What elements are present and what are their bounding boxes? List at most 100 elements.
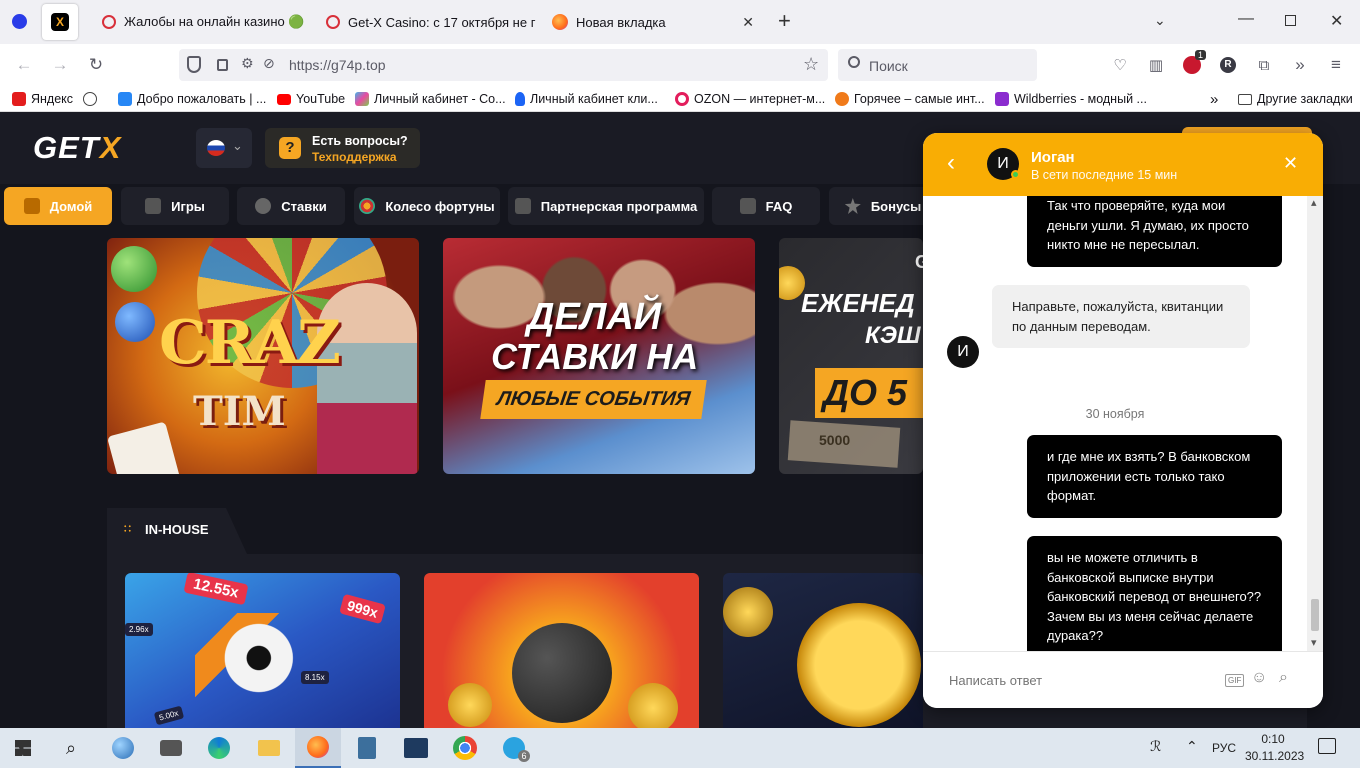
explorer-icon[interactable]	[246, 728, 292, 768]
pikabu-icon	[835, 92, 849, 106]
bookmark-vk[interactable]: Добро пожаловать | ...	[118, 90, 266, 108]
getx-logo[interactable]: GETX	[33, 130, 121, 166]
multiplier-tag: 5.00x	[153, 705, 184, 726]
forward-icon[interactable]: →	[48, 53, 72, 77]
logo-main: GET	[33, 130, 100, 165]
clock-time[interactable]: 0:10	[1258, 732, 1288, 746]
tab-new[interactable]: Новая вкладка ✕	[544, 4, 762, 40]
language-selector[interactable]: ⌄	[196, 128, 252, 168]
menu-faq[interactable]: FAQ	[712, 187, 820, 225]
youtube-icon	[277, 93, 291, 105]
restore-icon[interactable]	[1285, 15, 1296, 26]
lock-icon[interactable]	[217, 59, 228, 71]
reply-input[interactable]	[949, 669, 1209, 691]
bookmark-cabinet1[interactable]: Личный кабинет - Со...	[355, 90, 506, 108]
game-coin[interactable]	[723, 573, 923, 728]
url-text[interactable]: https://g74p.top	[289, 57, 386, 73]
grid-dots-icon	[123, 524, 132, 533]
chat-close-icon[interactable]: ✕	[1283, 153, 1298, 174]
online-indicator	[1011, 170, 1020, 179]
calculator-icon[interactable]	[344, 728, 390, 768]
back-icon[interactable]: ←	[12, 53, 36, 77]
minimize-icon[interactable]: —	[1238, 10, 1254, 28]
menu-wheel[interactable]: Колесо фортуны	[354, 187, 500, 225]
clock-date[interactable]: 30.11.2023	[1245, 749, 1304, 763]
close-tab-icon[interactable]: ✕	[742, 14, 754, 31]
tab-complaints[interactable]: Жалобы на онлайн казино 🟢 ✕	[94, 4, 312, 40]
edge-icon[interactable]	[196, 728, 242, 768]
scroll-up-icon[interactable]: ▴	[1311, 196, 1317, 209]
overflow-menu-icon[interactable]: »	[1288, 53, 1312, 77]
chat-back-icon[interactable]: ‹	[947, 151, 955, 175]
banner-sports-bets[interactable]: ДЕЛАЙ СТАВКИ НА ЛЮБЫЕ СОБЫТИЯ	[443, 238, 755, 474]
multiplier-tag: 12.55x	[183, 573, 249, 606]
menu-partner[interactable]: Партнерская программа	[508, 187, 704, 225]
emoji-icon[interactable]: ☺	[1251, 669, 1267, 687]
list-tabs-icon[interactable]: ⌄	[1154, 12, 1166, 29]
ball-green	[111, 246, 157, 292]
bookmark-cabinet2[interactable]: Личный кабинет кли...	[515, 90, 658, 108]
tracking-icon[interactable]: ⊘	[263, 55, 275, 72]
language-indicator[interactable]: РУС	[1212, 741, 1236, 755]
terminal-icon[interactable]	[393, 728, 439, 768]
tray-chevron-icon[interactable]: ⌃	[1186, 738, 1198, 755]
game-bomb[interactable]	[424, 573, 699, 728]
globe-icon	[83, 92, 97, 106]
hamburger-menu-icon[interactable]: ≡	[1324, 53, 1348, 77]
banner-crazy-time[interactable]: CRAZ TIM	[107, 238, 419, 474]
tab-getx[interactable]: X	[42, 4, 78, 40]
search-bar[interactable]: Поиск	[838, 49, 1037, 81]
scroll-down-icon[interactable]: ▾	[1311, 636, 1317, 649]
bookmarks-overflow-icon[interactable]: »	[1210, 90, 1218, 108]
firefox-taskbar-icon[interactable]	[295, 728, 341, 768]
camera-app-glyph	[160, 740, 182, 756]
vk-icon	[118, 92, 132, 106]
support-button[interactable]: ? Есть вопросы? Техподдержка	[265, 128, 420, 168]
menu-label: Игры	[171, 198, 205, 214]
bookmark-star-icon[interactable]: ☆	[803, 54, 819, 75]
chat-input-area: GIF ☺ ⌕	[923, 651, 1323, 708]
gif-button[interactable]: GIF	[1225, 674, 1245, 687]
bookmark-globe[interactable]	[83, 90, 102, 108]
firefox-view-icon[interactable]	[12, 14, 27, 29]
chat-scrollbar[interactable]: ▴ ▾	[1307, 196, 1323, 651]
url-bar[interactable]: ⚙ ⊘ https://g74p.top ☆	[179, 49, 828, 81]
tab-getx-news[interactable]: Get-X Casino: с 17 октября не г ✕	[318, 4, 536, 40]
telegram-icon[interactable]: 6	[491, 728, 537, 768]
menu-label: Домой	[49, 198, 93, 214]
search-taskbar-icon[interactable]: ⌕	[48, 728, 94, 768]
new-tab-button[interactable]: +	[778, 8, 791, 34]
game-crash-rocket[interactable]: 12.55x 999x 2.96x 8.15x 5.00x	[125, 573, 400, 728]
close-window-icon[interactable]: ✕	[1330, 11, 1343, 31]
extensions-icon[interactable]: ⧉	[1252, 53, 1276, 77]
bookmark-pikabu[interactable]: Горячее – самые инт...	[835, 90, 985, 108]
globe-app-glyph	[112, 737, 134, 759]
menu-games[interactable]: Игры	[121, 187, 229, 225]
menu-bonuses[interactable]: Бонусы	[829, 187, 937, 225]
scroll-thumb[interactable]	[1311, 599, 1319, 631]
globe-app-icon[interactable]	[100, 728, 146, 768]
account-avatar[interactable]: R	[1216, 53, 1240, 77]
bookmark-wildberries[interactable]: Wildberries - модный ...	[995, 90, 1147, 108]
bookmark-other[interactable]: Другие закладки	[1238, 90, 1353, 108]
operator-avatar: И	[987, 148, 1020, 180]
reader-icon[interactable]: ▥	[1144, 53, 1168, 77]
banner-cashback[interactable]: G ЕЖЕНЕД КЭШ ДО 5 5000	[779, 238, 923, 474]
notifications-icon[interactable]	[1318, 738, 1336, 754]
folder-icon	[1238, 93, 1252, 105]
camera-app-icon[interactable]	[148, 728, 194, 768]
bookmark-youtube[interactable]: YouTube	[277, 90, 345, 108]
menu-home[interactable]: Домой	[4, 187, 112, 225]
chrome-icon[interactable]	[442, 728, 488, 768]
permissions-icon[interactable]: ⚙	[241, 55, 254, 72]
bookmark-yandex[interactable]: Яндекс	[12, 90, 73, 108]
people-icon[interactable]: ℛ	[1150, 738, 1161, 755]
start-button[interactable]	[0, 728, 46, 768]
pocket-icon[interactable]: ♡	[1108, 53, 1132, 77]
shield-icon[interactable]	[187, 56, 201, 73]
menu-bets[interactable]: Ставки	[237, 187, 345, 225]
reload-icon[interactable]: ↻	[84, 53, 108, 77]
bookmark-ozon[interactable]: OZON — интернет-м...	[675, 90, 825, 108]
extension-badge-icon[interactable]: 1	[1180, 50, 1206, 77]
attach-icon[interactable]: ⌕	[1279, 669, 1288, 687]
